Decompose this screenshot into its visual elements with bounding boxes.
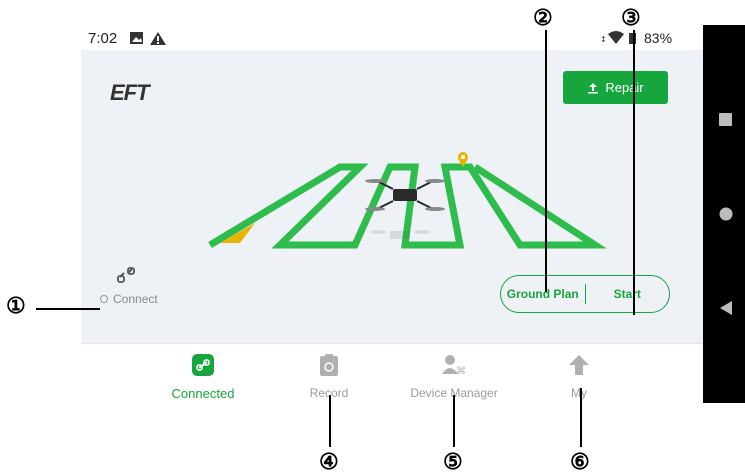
clipboard-icon <box>320 354 338 376</box>
warning-icon <box>150 32 166 45</box>
drone-shadow <box>370 230 430 239</box>
status-time: 7:02 <box>88 30 118 47</box>
callout-2-line <box>545 30 547 292</box>
tab-connected-label: Connected <box>171 386 235 401</box>
recents-button[interactable] <box>719 113 733 132</box>
triangle-back-icon <box>720 301 732 315</box>
callout-3: ③ <box>621 5 641 30</box>
connect-label: Connect <box>113 292 158 306</box>
action-pill: Ground Plan Start <box>500 275 670 313</box>
status-right: ↕ 83% <box>600 30 672 46</box>
start-button[interactable]: Start <box>586 287 670 301</box>
square-icon <box>719 113 732 126</box>
connect-status[interactable]: Connect <box>100 292 158 306</box>
callout-1-line <box>36 308 100 310</box>
tab-my-label: My <box>571 386 587 400</box>
svg-text:↕: ↕ <box>600 35 607 44</box>
repair-button[interactable]: Repair <box>563 71 668 104</box>
drone-route-illustration <box>208 152 607 249</box>
tab-connected[interactable]: Connected <box>143 354 263 401</box>
battery-percent: 83% <box>644 30 673 46</box>
back-button[interactable] <box>719 301 733 320</box>
user-icon <box>569 355 589 375</box>
image-icon <box>130 32 143 44</box>
status-icons <box>130 30 170 46</box>
repair-label: Repair <box>605 80 644 95</box>
callout-4-line <box>329 395 331 447</box>
link-icon <box>192 354 214 376</box>
ground-plan-button[interactable]: Ground Plan <box>501 287 585 301</box>
callout-4: ④ <box>319 449 339 474</box>
svg-text:⌘: ⌘ <box>456 366 466 376</box>
tab-device-manager[interactable]: ⌘ Device Manager <box>394 354 514 400</box>
callout-6: ⑥ <box>570 449 590 474</box>
home-button[interactable] <box>719 207 733 226</box>
eft-logo: EFT <box>110 80 150 105</box>
tab-my[interactable]: My <box>519 354 639 400</box>
callout-6-line <box>580 388 582 447</box>
callout-2: ② <box>533 5 553 30</box>
callout-3-line <box>633 30 635 315</box>
callout-5-line <box>453 395 455 447</box>
circle-icon <box>719 207 733 221</box>
bottom-tab-bar: Connected Record ⌘ Device Manager My <box>81 343 703 404</box>
tab-record[interactable]: Record <box>269 354 389 400</box>
device-manager-icon: ⌘ <box>442 355 466 376</box>
android-nav-bar <box>703 25 745 403</box>
callout-1: ① <box>6 293 26 318</box>
callout-5: ⑤ <box>443 449 463 474</box>
status-dot-icon <box>100 295 108 303</box>
broken-link-icon[interactable] <box>116 265 136 285</box>
upload-icon <box>588 82 599 93</box>
